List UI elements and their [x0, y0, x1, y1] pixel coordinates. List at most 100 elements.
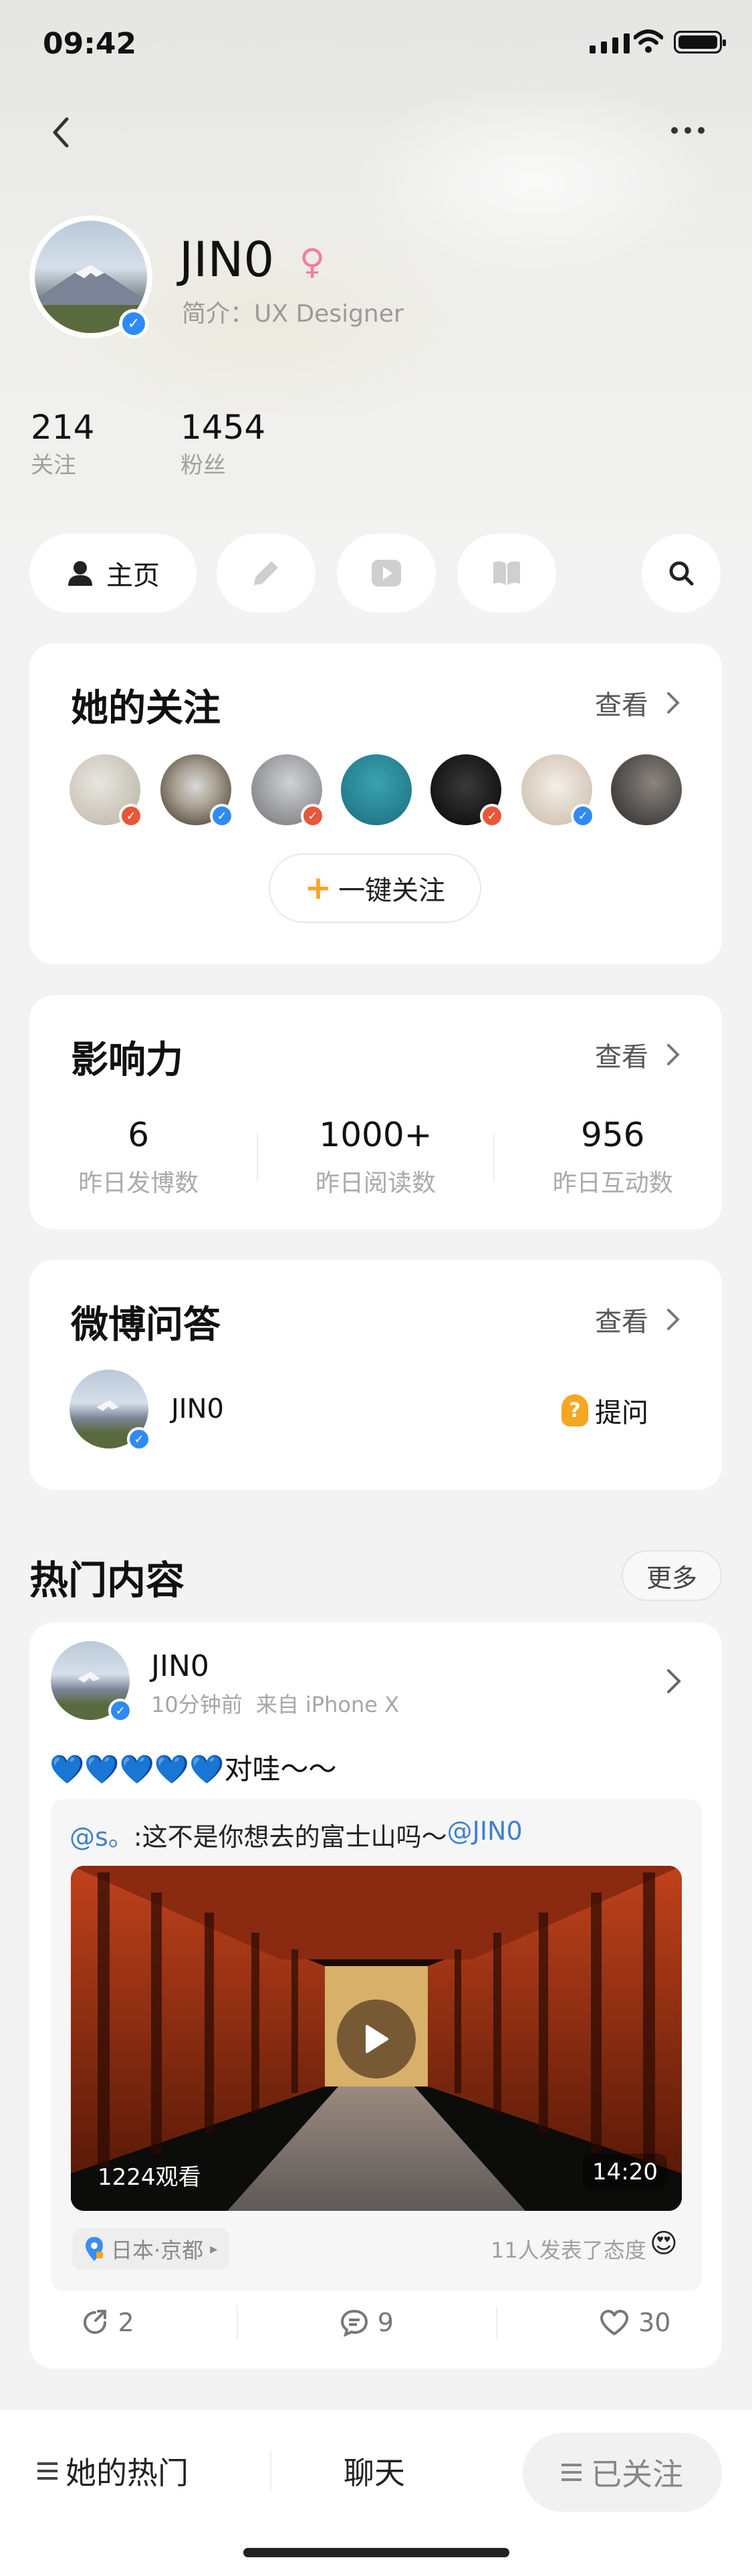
post-author-name[interactable]: JIN0: [151, 1649, 209, 1683]
divider: [496, 2306, 498, 2339]
followed-user-avatar[interactable]: [341, 754, 412, 825]
play-button[interactable]: [337, 2000, 416, 2078]
influence-card: 影响力 查看 6 昨日发博数 1000+ 昨日阅读数 956 昨日互动数: [29, 995, 722, 1229]
more-options-icon[interactable]: [671, 127, 705, 134]
hot-content-title: 热门内容: [29, 1558, 185, 1603]
female-gender-icon: ♀: [299, 242, 326, 282]
repost-icon: [83, 2310, 106, 2334]
metric-label: 昨日发博数: [78, 1170, 199, 1197]
verified-badge-icon: ✓: [210, 804, 234, 828]
heart-icon: [600, 2310, 629, 2335]
following-stat[interactable]: 214 关注: [31, 408, 94, 479]
see-label: 查看: [595, 1307, 648, 1337]
mention-link[interactable]: @JIN0: [447, 1816, 523, 1853]
repost-button[interactable]: 2: [81, 2308, 134, 2337]
profile-intro: 简介：UX Designer: [182, 300, 404, 328]
verified-badge-icon: ✓: [301, 804, 325, 828]
location-tag[interactable]: 日本·京都 ▸: [72, 2228, 230, 2270]
see-label: 查看: [595, 1042, 648, 1073]
qa-title: 微博问答: [71, 1303, 221, 1347]
heart-eyes-emoji-icon: 😍: [650, 2228, 678, 2259]
lightbulb-icon: ?: [561, 1394, 588, 1426]
followers-stat[interactable]: 1454 粉丝: [180, 408, 265, 479]
tab-home-label: 主页: [106, 560, 160, 591]
qa-see-link[interactable]: 查看: [595, 1300, 680, 1339]
tab-posts[interactable]: [217, 534, 316, 613]
chat-button[interactable]: 聊天: [344, 2449, 405, 2493]
quoted-text: @s。 :这不是你想去的富士山吗～ @JIN0: [70, 1816, 523, 1853]
influence-title: 影响力: [71, 1039, 183, 1082]
location-label: 日本·京都: [111, 2238, 204, 2263]
metric-posts-yesterday: 6 昨日发博数: [38, 1115, 239, 1198]
followed-user-avatar[interactable]: ✓: [160, 754, 234, 828]
quote-user-link[interactable]: @s。: [70, 1816, 134, 1853]
caret-right-icon: ▸: [210, 2240, 218, 2258]
ask-question-button[interactable]: ? 提问: [561, 1391, 648, 1430]
video-thumbnail[interactable]: 1224观看 14:20: [71, 1866, 682, 2211]
chat-label: 聊天: [344, 2455, 405, 2491]
tab-articles[interactable]: [457, 534, 556, 613]
followed-label: 已关注: [591, 2456, 683, 2492]
follow-all-button[interactable]: + 一键关注: [269, 853, 481, 923]
pencil-icon: [254, 561, 278, 585]
comment-button[interactable]: 9: [340, 2308, 394, 2337]
followed-user-avatar[interactable]: ✓: [521, 754, 595, 828]
tab-videos[interactable]: [337, 534, 436, 613]
verified-badge-icon: ✓: [127, 1427, 151, 1451]
like-button[interactable]: 30: [600, 2308, 670, 2337]
menu-lines-icon: [561, 2464, 582, 2481]
quote-body: :这不是你想去的富士山吗～: [133, 1822, 447, 1852]
followed-user-avatar[interactable]: ✓: [430, 754, 504, 828]
following-count: 214: [31, 408, 95, 447]
chevron-right-icon: [667, 692, 680, 714]
battery-icon: [674, 31, 726, 53]
verified-badge-icon: ✓: [571, 804, 595, 828]
search-button[interactable]: [642, 534, 721, 613]
more-button[interactable]: 更多: [622, 1550, 722, 1601]
ask-label: 提问: [595, 1398, 648, 1428]
divider: [236, 2306, 238, 2339]
post-text: 💙💙💙💙💙对哇～～: [49, 1753, 337, 1786]
repost-count: 2: [118, 2308, 134, 2337]
metric-label: 昨日阅读数: [315, 1170, 436, 1197]
book-icon: [493, 561, 520, 585]
chevron-right-icon: [667, 1309, 680, 1330]
followed-button[interactable]: 已关注: [523, 2433, 722, 2512]
follow-all-label: 一键关注: [338, 875, 446, 906]
followed-user-avatar[interactable]: ✓: [70, 754, 143, 828]
metric-value: 1000+: [319, 1115, 432, 1154]
reactions-summary[interactable]: 11人发表了态度: [491, 2234, 646, 2264]
chevron-right-icon: [667, 1044, 680, 1065]
followed-user-avatar[interactable]: [611, 754, 682, 825]
her-follows-see-link[interactable]: 查看: [595, 683, 680, 722]
influence-see-link[interactable]: 查看: [595, 1035, 680, 1074]
verified-badge-icon: ✓: [119, 309, 148, 338]
profile-name: JIN0: [179, 231, 275, 288]
search-icon: [669, 561, 694, 586]
followers-count: 1454: [180, 408, 266, 447]
chevron-right-icon[interactable]: [666, 1668, 682, 1695]
metric-value: 956: [581, 1115, 645, 1154]
her-hot-label: 她的热门: [66, 2455, 189, 2491]
divider: [270, 2450, 271, 2490]
verified-badge-icon: ✓: [119, 804, 143, 828]
metric-value: 6: [128, 1115, 150, 1154]
followers-label: 粉丝: [180, 452, 226, 479]
metric-reads-yesterday: 1000+ 昨日阅读数: [275, 1115, 476, 1198]
divider: [493, 1133, 495, 1181]
back-arrow-icon[interactable]: [48, 114, 75, 151]
home-indicator: [243, 2548, 509, 2557]
comment-icon: [340, 2309, 368, 2337]
cellular-signal-icon: [590, 33, 630, 53]
followed-user-avatar[interactable]: ✓: [251, 754, 325, 828]
see-label: 查看: [595, 690, 648, 721]
her-follows-title: 她的关注: [71, 687, 221, 730]
qa-user-name: JIN0: [171, 1394, 224, 1424]
her-hot-button[interactable]: 她的热门: [37, 2449, 189, 2493]
plus-icon: +: [304, 869, 332, 907]
video-duration: 14:20: [583, 2153, 667, 2191]
wifi-icon: [634, 29, 663, 53]
tab-home[interactable]: 主页: [29, 534, 197, 613]
status-time: 09:42: [43, 27, 137, 61]
video-view-count: 1224观看: [98, 2164, 201, 2191]
